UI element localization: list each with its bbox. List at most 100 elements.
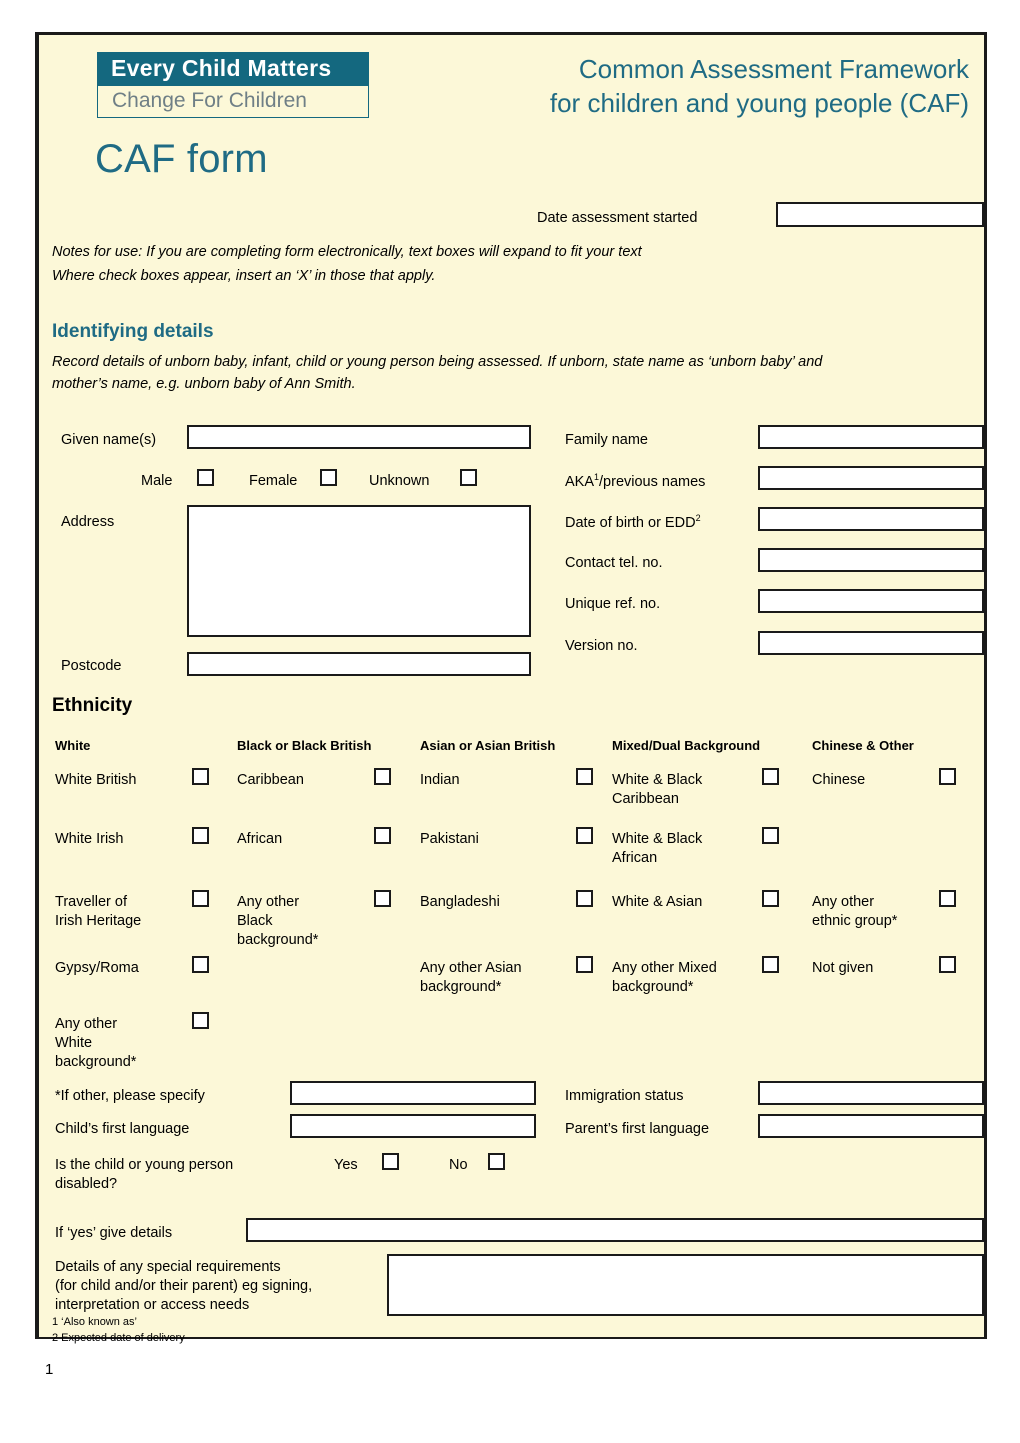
ethnicity-label-any-other-white: Any other White background*: [55, 1016, 137, 1071]
ethnicity-checkbox-gypsy-roma[interactable]: [192, 956, 209, 973]
ethnicity-col-header-black: Black or Black British: [237, 738, 372, 753]
aka-input[interactable]: [758, 466, 984, 490]
if-other-specify-input[interactable]: [290, 1081, 536, 1105]
aka-label: AKA1/previous names: [565, 472, 705, 492]
sex-unknown-checkbox[interactable]: [460, 469, 477, 486]
immigration-status-label: Immigration status: [565, 1088, 684, 1104]
ethnicity-label-any-other-black: Any other Black background*: [237, 894, 319, 949]
notes-line-2: Where check boxes appear, insert an ‘X’ …: [52, 268, 436, 284]
ethnicity-checkbox-pakistani[interactable]: [576, 827, 593, 844]
page-title: CAF form: [95, 137, 268, 181]
ethnicity-label-white-black-caribbean: White & Black Caribbean: [612, 772, 703, 808]
family-name-input[interactable]: [758, 425, 984, 449]
form-panel: Every Child Matters Change For Children …: [35, 32, 987, 1344]
identifying-details-heading: Identifying details: [52, 321, 214, 342]
ethnicity-label-caribbean: Caribbean: [237, 772, 304, 788]
ethnicity-checkbox-any-other-black[interactable]: [374, 890, 391, 907]
postcode-input[interactable]: [187, 652, 531, 676]
if-other-specify-label: *If other, please specify: [55, 1088, 205, 1104]
ethnicity-checkbox-chinese[interactable]: [939, 768, 956, 785]
ethnicity-checkbox-traveller-irish[interactable]: [192, 890, 209, 907]
dob-label-text: Date of birth or EDD: [565, 514, 696, 531]
sex-female-label: Female: [249, 473, 298, 489]
ethnicity-checkbox-indian[interactable]: [576, 768, 593, 785]
given-names-label: Given name(s): [61, 432, 157, 448]
sex-male-label: Male: [141, 473, 173, 489]
ethnicity-label-not-given: Not given: [812, 960, 874, 976]
framework-title-line1: Common Assessment Framework: [578, 54, 969, 84]
unique-ref-input[interactable]: [758, 589, 984, 613]
address-label: Address: [61, 514, 115, 530]
document-page: Every Child Matters Change For Children …: [0, 0, 1020, 1443]
page-number: 1: [45, 1361, 54, 1378]
special-requirements-input[interactable]: [387, 1254, 984, 1316]
child-first-language-input[interactable]: [290, 1114, 536, 1138]
ethnicity-checkbox-not-given[interactable]: [939, 956, 956, 973]
sex-male-checkbox[interactable]: [197, 469, 214, 486]
notes-line-1: Notes for use: If you are completing for…: [52, 244, 642, 260]
ethnicity-checkbox-white-asian[interactable]: [762, 890, 779, 907]
disabled-no-label: No: [449, 1157, 468, 1173]
contact-tel-label: Contact tel. no.: [565, 555, 663, 571]
ethnicity-checkbox-any-other-asian[interactable]: [576, 956, 593, 973]
disabled-no-checkbox[interactable]: [488, 1153, 505, 1170]
ethnicity-label-white-irish: White Irish: [55, 831, 124, 847]
ethnicity-label-african: African: [237, 831, 283, 847]
ethnicity-checkbox-caribbean[interactable]: [374, 768, 391, 785]
ethnicity-label-white-british: White British: [55, 772, 137, 788]
ethnicity-label-any-other-mixed: Any other Mixed background*: [612, 960, 717, 996]
ethnicity-checkbox-white-black-caribbean[interactable]: [762, 768, 779, 785]
ethnicity-checkbox-white-british[interactable]: [192, 768, 209, 785]
ethnicity-label-any-other-asian: Any other Asian background*: [420, 960, 522, 996]
disabled-question-label: Is the child or young person disabled?: [55, 1157, 234, 1193]
framework-title-line2: for children and young people (CAF): [549, 87, 969, 118]
logo-secondary-text: Change For Children: [97, 86, 369, 119]
logo-primary-text: Every Child Matters: [97, 52, 369, 87]
immigration-status-input[interactable]: [758, 1081, 984, 1105]
aka-label-text: AKA: [565, 473, 595, 490]
footnote-2: 2 Expected date of delivery: [52, 1332, 185, 1344]
parent-first-language-label: Parent’s first language: [565, 1121, 710, 1137]
date-assessment-input[interactable]: [776, 202, 984, 227]
aka-label-rest: /previous names: [599, 473, 706, 490]
special-requirements-label: Details of any special requirements (for…: [55, 1259, 313, 1314]
version-no-label: Version no.: [565, 638, 638, 654]
identifying-intro-line2: mother’s name, e.g. unborn baby of Ann S…: [52, 376, 356, 392]
ethnicity-col-header-mixed: Mixed/Dual Background: [612, 738, 761, 753]
if-yes-details-input[interactable]: [246, 1218, 984, 1242]
ethnicity-checkbox-any-other-ethnic[interactable]: [939, 890, 956, 907]
ethnicity-checkbox-any-other-white[interactable]: [192, 1012, 209, 1029]
ethnicity-label-traveller-irish: Traveller of Irish Heritage: [55, 894, 142, 930]
ethnicity-checkbox-any-other-mixed[interactable]: [762, 956, 779, 973]
child-first-language-label: Child’s first language: [55, 1121, 190, 1137]
ethnicity-label-any-other-ethnic: Any other ethnic group*: [812, 894, 898, 930]
footnote-1: 1 ‘Also known as’: [52, 1316, 137, 1328]
sex-female-checkbox[interactable]: [320, 469, 337, 486]
sex-unknown-label: Unknown: [369, 473, 430, 489]
ethnicity-col-header-white: White: [55, 738, 91, 753]
given-names-input[interactable]: [187, 425, 531, 449]
ethnicity-checkbox-white-black-african[interactable]: [762, 827, 779, 844]
ethnicity-checkbox-white-irish[interactable]: [192, 827, 209, 844]
family-name-label: Family name: [565, 432, 648, 448]
dob-label: Date of birth or EDD2: [565, 513, 701, 533]
ethnicity-label-white-asian: White & Asian: [612, 894, 703, 910]
postcode-label: Postcode: [61, 658, 122, 674]
ethnicity-label-bangladeshi: Bangladeshi: [420, 894, 500, 910]
dob-input[interactable]: [758, 507, 984, 531]
address-input[interactable]: [187, 505, 531, 637]
ethnicity-col-header-asian: Asian or Asian British: [420, 738, 556, 753]
ethnicity-label-pakistani: Pakistani: [420, 831, 479, 847]
parent-first-language-input[interactable]: [758, 1114, 984, 1138]
disabled-yes-checkbox[interactable]: [382, 1153, 399, 1170]
ethnicity-label-gypsy-roma: Gypsy/Roma: [55, 960, 139, 976]
ethnicity-checkbox-bangladeshi[interactable]: [576, 890, 593, 907]
version-no-input[interactable]: [758, 631, 984, 655]
identifying-intro-line1: Record details of unborn baby, infant, c…: [52, 354, 823, 370]
ethnicity-checkbox-african[interactable]: [374, 827, 391, 844]
ethnicity-label-chinese: Chinese: [812, 772, 866, 788]
if-yes-details-label: If ‘yes’ give details: [55, 1225, 173, 1241]
unique-ref-label: Unique ref. no.: [565, 596, 661, 612]
ethnicity-label-white-black-african: White & Black African: [612, 831, 703, 867]
contact-tel-input[interactable]: [758, 548, 984, 572]
